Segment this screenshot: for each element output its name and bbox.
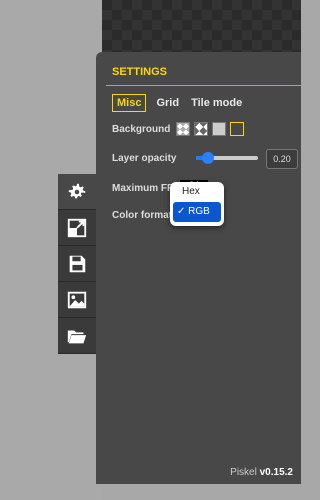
settings-panel: SETTINGS Misc Grid Tile mode Background … [96,52,301,484]
dropdown-option-hex[interactable]: Hex [170,182,224,202]
folder-open-icon [67,330,87,343]
color-format-label: Color format [112,210,172,221]
layer-opacity-value[interactable]: 0.20 [266,149,298,169]
background-options [176,122,244,136]
layer-opacity-label: Layer opacity [112,153,177,164]
save-icon [69,255,86,272]
slider-knob[interactable] [202,152,214,164]
panel-title: SETTINGS [112,66,168,78]
background-label: Background [112,124,171,135]
sidebar-item-save[interactable] [58,246,96,282]
dropdown-option-rgb-label: RGB [188,206,210,217]
tab-misc[interactable]: Misc [112,94,147,112]
resize-icon [67,218,87,237]
tab-grid[interactable]: Grid [154,96,181,110]
sidebar-item-settings[interactable] [58,174,96,210]
color-format-dropdown[interactable]: Hex ✓ RGB [170,182,224,226]
background-option-checker-light[interactable] [176,122,190,136]
settings-sidebar [58,174,96,354]
check-icon: ✓ [177,206,189,217]
background-option-checker-medium[interactable] [194,122,208,136]
tab-tile-mode[interactable]: Tile mode [189,96,244,110]
footer-app: Piskel [230,467,257,478]
canvas-area[interactable] [102,0,301,60]
sidebar-item-export[interactable] [58,282,96,318]
background-option-dark-selected[interactable] [230,122,244,136]
footer: Piskel v0.15.2 [230,467,293,478]
sidebar-item-resize[interactable] [58,210,96,246]
sidebar-item-import[interactable] [58,318,96,354]
gear-icon [68,183,86,198]
image-icon [67,291,87,308]
panel-divider [106,85,301,86]
footer-version: v0.15.2 [259,467,293,478]
background-option-light[interactable] [212,122,226,136]
layer-opacity-slider[interactable] [196,152,258,164]
settings-tabs: Misc Grid Tile mode [112,94,244,112]
dropdown-option-rgb[interactable]: ✓ RGB [173,202,221,222]
